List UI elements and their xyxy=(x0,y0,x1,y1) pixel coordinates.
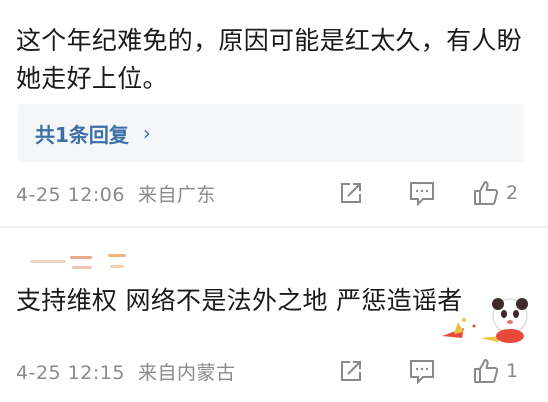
username-redacted xyxy=(30,252,140,274)
comment-text: 这个年纪难免的，原因可能是红太久，有人盼她走好上位。 xyxy=(16,26,523,93)
share-icon xyxy=(341,361,361,381)
like-icon xyxy=(474,181,499,205)
share-button[interactable] xyxy=(338,178,364,208)
share-icon xyxy=(341,183,361,203)
comment-icon xyxy=(410,182,434,206)
chevron-right-icon: › xyxy=(142,121,151,145)
comment-text: 支持维权 网络不是法外之地 严惩造谣者 xyxy=(16,286,463,315)
like-count: 2 xyxy=(506,182,519,204)
like-icon xyxy=(474,359,499,383)
sticker-icon xyxy=(442,298,528,343)
comment-meta: 4-25 12:15 来自内蒙古 xyxy=(16,361,236,384)
comment-button[interactable] xyxy=(408,356,436,386)
like-count: 1 xyxy=(506,360,519,382)
comment-meta-row: 4-25 12:15 来自内蒙古 1 xyxy=(16,356,532,386)
comment-icon xyxy=(410,360,434,384)
like-button[interactable]: 1 xyxy=(472,356,518,386)
comment-divider xyxy=(0,226,548,228)
comment-meta-row: 4-25 12:06 来自广东 2 xyxy=(16,178,532,208)
view-replies-button[interactable]: 共1条回复 › xyxy=(18,104,524,162)
share-button[interactable] xyxy=(338,356,364,386)
reply-count-label: 共1条回复 xyxy=(35,122,129,147)
comment-meta: 4-25 12:06 来自广东 xyxy=(16,183,216,206)
like-button[interactable]: 2 xyxy=(472,178,518,208)
comment-button[interactable] xyxy=(408,178,436,208)
